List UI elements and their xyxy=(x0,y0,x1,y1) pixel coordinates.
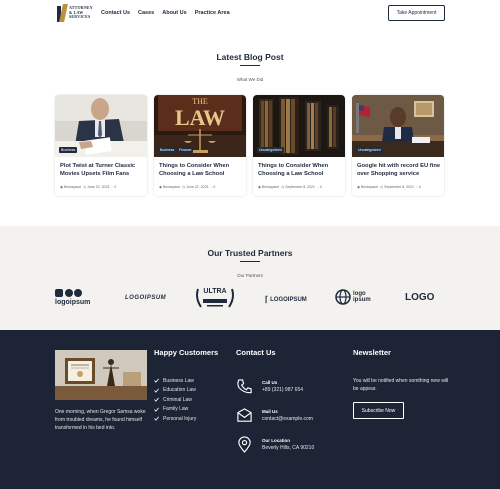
svg-text:THE: THE xyxy=(192,97,208,106)
post-meta: ◉ Brickspace ◷ June 22, 2023 ◌ 0 xyxy=(159,185,216,189)
practice-link[interactable]: Personal Injury xyxy=(154,414,196,424)
partner-logo-2[interactable]: LOGOIPSUM xyxy=(125,295,166,301)
post-tag[interactable]: Uncategorized xyxy=(356,147,383,153)
check-icon xyxy=(154,397,159,403)
site-logo[interactable]: ATTORNEY & LAW SERVICES xyxy=(57,4,93,22)
post-tag[interactable]: Finance xyxy=(177,147,194,153)
partners-section-subtitle: Our Partners xyxy=(237,273,263,278)
title-divider xyxy=(240,65,260,66)
post-tag[interactable]: Uncategorized xyxy=(257,147,284,153)
blog-card-image-office[interactable]: Uncategorized xyxy=(352,95,444,157)
blog-cards: Business Plot Twist at Turner Classic Mo… xyxy=(55,95,445,196)
subscribe-button[interactable]: Subscribe Now xyxy=(353,402,404,419)
check-icon xyxy=(154,378,159,384)
logo-mark-icon xyxy=(57,4,68,22)
partner-logo-1[interactable]: logoipsum xyxy=(55,289,90,306)
nav-practice-area[interactable]: Practice Area xyxy=(195,10,230,16)
partners-section: Our Trusted Partners Our Partners logoip… xyxy=(0,226,500,330)
blog-card[interactable]: Business Plot Twist at Turner Classic Mo… xyxy=(55,95,147,196)
partner-logo-4[interactable]: ⌈ LOGOIPSUM xyxy=(265,295,307,304)
logo-line-3: SERVICES xyxy=(69,14,91,20)
practice-link[interactable]: Business Law xyxy=(154,376,196,386)
svg-text:LAW: LAW xyxy=(175,105,225,130)
take-appointment-button[interactable]: Take Appointment xyxy=(388,5,445,21)
clock-icon: ◷ xyxy=(380,185,384,189)
contact-email[interactable]: Mail Us contact@example.com xyxy=(236,407,313,424)
newsletter-heading: Newsletter xyxy=(353,348,391,357)
practice-links: Business Law Education Law Criminal Law … xyxy=(154,376,196,424)
footer-about-text: One morning, when Gregor Samsa woke from… xyxy=(55,409,146,431)
blog-section-subtitle: What We Did xyxy=(236,77,264,82)
logo-shapes-icon xyxy=(55,289,82,297)
title-divider xyxy=(240,261,260,262)
check-icon xyxy=(154,416,159,422)
post-title[interactable]: Google hit with record EU fine over Shop… xyxy=(357,162,441,178)
happy-customers-heading: Happy Customers xyxy=(154,348,219,357)
check-icon xyxy=(154,388,159,393)
comment-icon: ◌ xyxy=(415,185,418,189)
mail-icon xyxy=(237,408,252,422)
blog-card-image-library[interactable]: Uncategorized xyxy=(253,95,345,157)
globe-icon xyxy=(335,289,351,305)
main-nav: Contact Us Cases About Us Practice Area xyxy=(101,10,230,16)
site-footer: One morning, when Gregor Samsa woke from… xyxy=(0,330,500,489)
bracket-icon: ⌈ xyxy=(265,295,269,304)
phone-icon xyxy=(237,379,252,394)
contact-us-heading: Contact Us xyxy=(236,348,276,357)
blog-section-title: Latest Blog Post xyxy=(216,52,284,62)
partner-logo-6[interactable]: LOGO xyxy=(405,292,434,303)
practice-link[interactable]: Criminal Law xyxy=(154,395,196,405)
partner-logo-5[interactable]: logo ipsum xyxy=(335,289,375,305)
clock-icon: ◷ xyxy=(83,185,87,189)
footer-image-certificate xyxy=(55,350,147,400)
site-header: ATTORNEY & LAW SERVICES Contact Us Cases… xyxy=(0,0,500,30)
post-tag[interactable]: Business xyxy=(59,147,78,153)
partner-logo-3[interactable]: ULTRA xyxy=(195,287,235,309)
user-icon: ◉ xyxy=(258,185,262,189)
blog-section: Latest Blog Post What We Did Business Pl… xyxy=(0,30,500,226)
clock-icon: ◷ xyxy=(281,185,285,189)
user-icon: ◉ xyxy=(357,185,361,189)
blog-card[interactable]: LAW THE Business Finance Things to Consi… xyxy=(154,95,246,196)
post-title[interactable]: Plot Twist at Turner Classic Movies Upse… xyxy=(60,162,144,178)
post-title[interactable]: Things to Consider When Choosing a Law S… xyxy=(258,162,342,178)
blog-card-image-businessman[interactable]: Business xyxy=(55,95,147,157)
practice-link[interactable]: Education Law xyxy=(154,386,196,396)
clock-icon: ◷ xyxy=(182,185,186,189)
check-icon xyxy=(154,407,159,412)
user-icon: ◉ xyxy=(159,185,163,189)
post-title[interactable]: Things to Consider When Choosing a Law S… xyxy=(159,162,243,178)
post-meta: ◉ Brickspace ◷ June 22, 2023 ◌ 0 xyxy=(60,185,117,189)
user-icon: ◉ xyxy=(60,185,64,189)
post-meta: ◉ Brickspace ◷ September 8, 2021 ◌ 0 xyxy=(258,185,322,189)
blog-card[interactable]: Uncategorized Things to Consider When Ch… xyxy=(253,95,345,196)
post-tag[interactable]: Business xyxy=(158,147,177,153)
map-pin-icon xyxy=(238,436,251,453)
nav-contact-us[interactable]: Contact Us xyxy=(101,10,130,16)
comment-icon: ◌ xyxy=(316,185,319,189)
blog-card[interactable]: Uncategorized Google hit with record EU … xyxy=(352,95,444,196)
partner-logos: logoipsum LOGOIPSUM ULTRA ⌈ LOGOIPSUM lo… xyxy=(55,287,445,311)
nav-cases[interactable]: Cases xyxy=(138,10,154,16)
blog-card-image-law-book[interactable]: LAW THE Business Finance xyxy=(154,95,246,157)
post-meta: ◉ Brickspace ◷ September 8, 2021 ◌ 0 xyxy=(357,185,421,189)
practice-link[interactable]: Family Law xyxy=(154,405,196,415)
nav-about-us[interactable]: About Us xyxy=(162,10,186,16)
contact-phone[interactable]: Call Us +89 (321) 987 654 xyxy=(236,378,303,395)
newsletter-text: You will be notified when somthing new w… xyxy=(353,378,449,392)
partners-section-title: Our Trusted Partners xyxy=(207,248,293,258)
contact-location[interactable]: Our Location Beverly Hills, CA 90210 xyxy=(236,436,314,453)
